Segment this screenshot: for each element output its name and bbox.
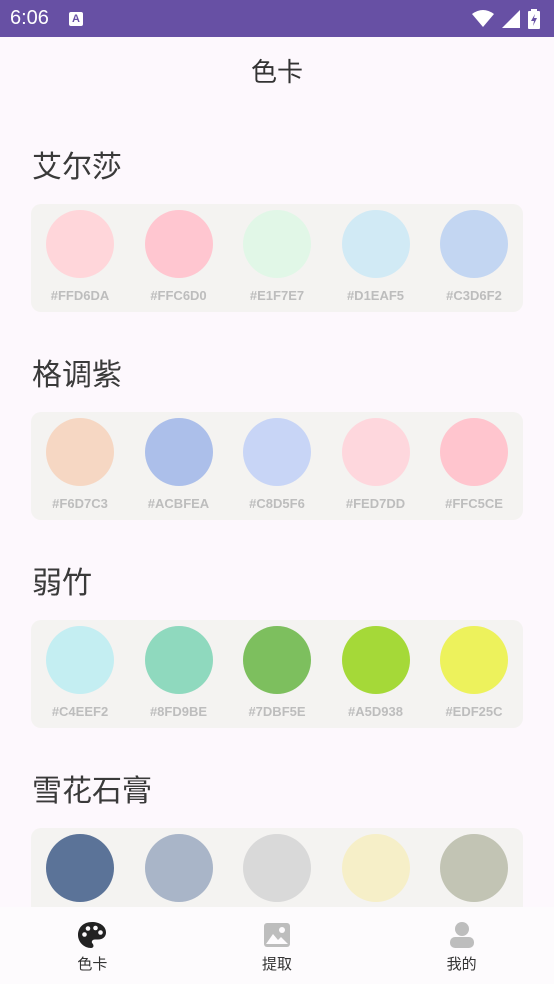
person-icon [447, 921, 477, 949]
color-swatch[interactable]: #C4EEF2 [46, 626, 114, 728]
nav-item-mine[interactable]: 我的 [412, 921, 512, 974]
color-circle[interactable] [144, 834, 213, 902]
wifi-icon [472, 9, 494, 27]
palette-card[interactable]: #F6D7C3 #ACBFEA #C8D5F6 #FED7DD #FFC5CE [31, 412, 523, 520]
page-title: 色卡 [250, 58, 303, 88]
color-swatch[interactable]: #C8D5F6 [243, 418, 311, 520]
nav-label: 我的 [446, 955, 477, 973]
color-circle[interactable] [144, 210, 213, 278]
hex-label: #C3D6F2 [446, 288, 502, 303]
palette-name: 弱竹 [32, 566, 92, 601]
hex-label: #8FD9BE [149, 704, 208, 719]
color-circle[interactable] [46, 626, 114, 694]
hex-label: #C4EEF2 [51, 704, 109, 719]
color-circle[interactable] [440, 626, 508, 694]
notification-icon: A [68, 11, 83, 26]
color-swatch[interactable]: #ACBFEA [144, 418, 213, 520]
color-swatch[interactable]: #FFC6D0 [144, 210, 213, 312]
color-circle[interactable] [440, 834, 508, 902]
color-circle[interactable] [243, 626, 311, 694]
hex-label: #F6D7C3 [52, 496, 108, 511]
bottom-nav: 色卡 提取 我的 [0, 907, 554, 984]
status-time: 6:06 [10, 7, 49, 29]
color-swatch[interactable]: #8FD9BE [144, 626, 213, 728]
color-swatch[interactable]: #F6D7C3 [46, 418, 114, 520]
hex-label: #ACBFEA [147, 496, 210, 511]
palette-list[interactable]: 艾尔莎 #FFD6DA #FFC6D0 #E1F7E7 #D1EAF5 #C3D… [0, 148, 554, 980]
color-swatch[interactable]: #D1EAF5 [341, 210, 410, 312]
nav-item-palette[interactable]: 色卡 [42, 921, 142, 974]
status-bar: 6:06 A [0, 0, 554, 37]
hex-label: #D1EAF5 [346, 288, 405, 303]
color-circle[interactable] [341, 626, 410, 694]
color-circle[interactable] [46, 418, 114, 486]
color-swatch[interactable]: #FFC5CE [440, 418, 508, 520]
color-circle[interactable] [440, 210, 508, 278]
palette-card[interactable]: #FFD6DA #FFC6D0 #E1F7E7 #D1EAF5 #C3D6F2 [31, 204, 523, 312]
palette-section: 格调紫 #F6D7C3 #ACBFEA #C8D5F6 #FED7DD #FFC… [0, 356, 554, 564]
color-circle[interactable] [243, 834, 311, 902]
palette-name: 雪花石膏 [32, 774, 152, 809]
hex-label: #A5D938 [348, 704, 403, 719]
status-icons [472, 8, 540, 29]
color-circle[interactable] [341, 834, 410, 902]
palette-icon [77, 921, 107, 949]
hex-label: #FFC6D0 [150, 288, 207, 303]
color-circle[interactable] [243, 418, 311, 486]
nav-label: 提取 [261, 955, 292, 973]
palette-name: 格调紫 [32, 358, 122, 393]
color-circle[interactable] [440, 418, 508, 486]
color-circle[interactable] [46, 834, 114, 902]
color-swatch[interactable]: #C3D6F2 [440, 210, 508, 312]
hex-label: #EDF25C [445, 704, 503, 719]
color-circle[interactable] [144, 418, 213, 486]
color-circle[interactable] [46, 210, 114, 278]
palette-card[interactable]: #C4EEF2 #8FD9BE #7DBF5E #A5D938 #EDF25C [31, 620, 523, 728]
color-swatch[interactable]: #FED7DD [341, 418, 410, 520]
hex-label: #7DBF5E [248, 704, 306, 719]
hex-label: #E1F7E7 [249, 288, 305, 303]
image-icon [262, 921, 292, 949]
palette-section: 艾尔莎 #FFD6DA #FFC6D0 #E1F7E7 #D1EAF5 #C3D… [0, 148, 554, 356]
palette-section: 弱竹 #C4EEF2 #8FD9BE #7DBF5E #A5D938 #EDF2… [0, 564, 554, 772]
nav-item-extract[interactable]: 提取 [227, 921, 327, 974]
hex-label: #FED7DD [345, 496, 406, 511]
color-swatch[interactable]: #E1F7E7 [243, 210, 311, 312]
color-swatch[interactable]: #7DBF5E [243, 626, 311, 728]
signal-icon [502, 9, 520, 28]
hex-label: #FFC5CE [445, 496, 503, 511]
color-swatch[interactable]: #EDF25C [440, 626, 508, 728]
color-circle[interactable] [243, 210, 311, 278]
battery-icon [528, 8, 540, 29]
hex-label: #C8D5F6 [249, 496, 305, 511]
color-circle[interactable] [341, 210, 410, 278]
color-swatch[interactable]: #A5D938 [341, 626, 410, 728]
color-circle[interactable] [341, 418, 410, 486]
color-swatch[interactable]: #FFD6DA [46, 210, 114, 312]
hex-label: #FFD6DA [50, 288, 110, 303]
color-circle[interactable] [144, 626, 213, 694]
palette-name: 艾尔莎 [32, 150, 122, 185]
nav-label: 色卡 [77, 955, 108, 973]
